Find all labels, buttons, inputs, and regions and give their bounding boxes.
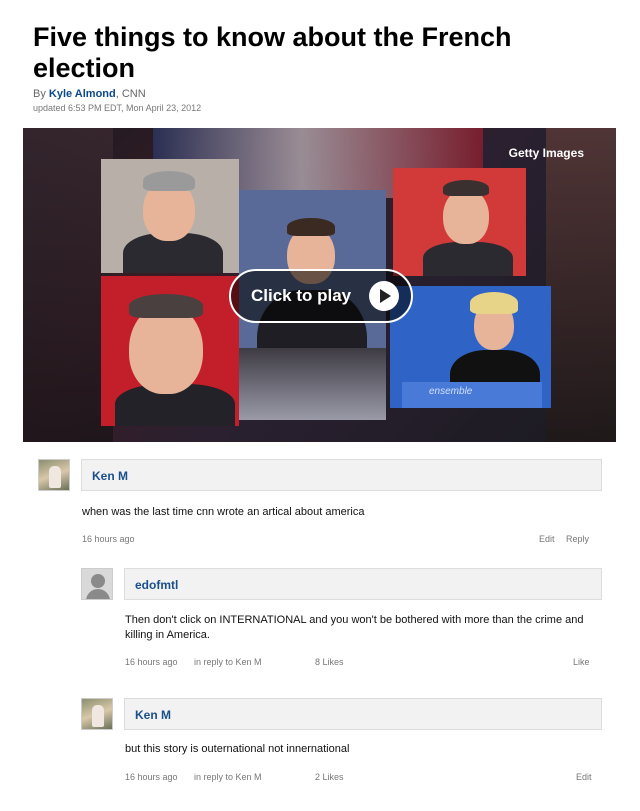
byline: By Kyle Almond, CNN	[33, 88, 146, 100]
comment-text: Then don't click on INTERNATIONAL and yo…	[125, 614, 584, 641]
reply-link[interactable]: Reply	[566, 534, 589, 544]
byline-source: , CNN	[115, 88, 146, 100]
comment-time[interactable]: 16 hours ago	[82, 534, 135, 544]
edit-link[interactable]: Edit	[539, 534, 555, 544]
article-headline: Five things to know about the French ele…	[33, 22, 512, 83]
background-crowd-right	[546, 128, 616, 442]
avatar[interactable]	[81, 698, 113, 730]
author-link[interactable]: Kyle Almond	[49, 88, 116, 100]
like-link[interactable]: Like	[573, 657, 590, 667]
edit-link[interactable]: Edit	[576, 772, 592, 782]
avatar[interactable]	[38, 459, 70, 491]
play-button[interactable]: Click to play	[229, 269, 413, 323]
in-reply-link[interactable]: in reply to Ken M	[194, 772, 262, 782]
candidate-photo-1	[101, 159, 239, 273]
photo-credit: Getty Images	[508, 146, 584, 160]
byline-prefix: By	[33, 88, 46, 100]
updated-timestamp: updated 6:53 PM EDT, Mon April 23, 2012	[33, 103, 202, 113]
comment-author[interactable]: edofmtl	[124, 568, 602, 600]
play-label: Click to play	[251, 286, 352, 305]
video-player[interactable]: Getty Images ensemble Click to play	[23, 128, 616, 442]
candidate-photo-4	[101, 276, 239, 426]
candidate-photo-3	[393, 168, 526, 276]
background-crowd-left	[23, 128, 113, 442]
comment-time[interactable]: 16 hours ago	[125, 772, 178, 782]
comment-author[interactable]: Ken M	[124, 698, 602, 730]
play-icon	[369, 281, 399, 311]
likes-count: 8 Likes	[315, 657, 344, 667]
in-reply-link[interactable]: in reply to Ken M	[194, 657, 262, 667]
comment-text: when was the last time cnn wrote an arti…	[82, 506, 365, 518]
comment-author[interactable]: Ken M	[81, 459, 602, 491]
podium-text: ensemble	[429, 386, 473, 397]
likes-count: 2 Likes	[315, 772, 344, 782]
comment-time[interactable]: 16 hours ago	[125, 657, 178, 667]
comment-text: but this story is outernational not inne…	[125, 743, 350, 755]
candidate-photo-desk	[239, 348, 386, 420]
default-avatar-icon[interactable]	[81, 568, 113, 600]
